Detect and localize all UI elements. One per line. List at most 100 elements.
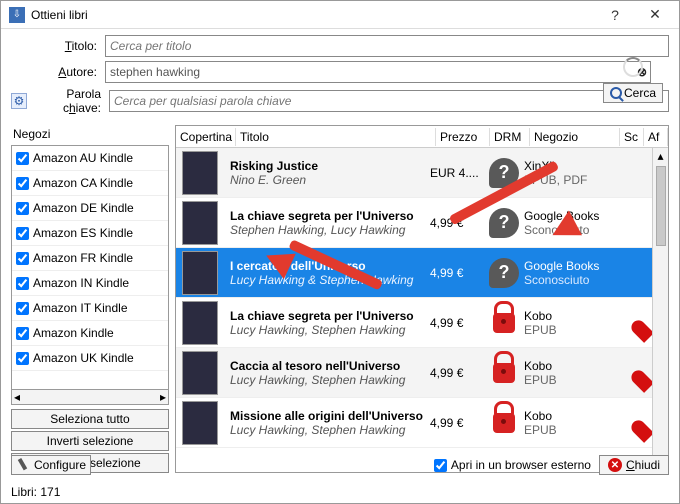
col-download[interactable]: Sc bbox=[620, 128, 644, 146]
store-checkbox[interactable] bbox=[16, 152, 29, 165]
store-item[interactable]: Amazon ES Kindle bbox=[12, 221, 168, 246]
store-label: Amazon UK Kindle bbox=[33, 351, 134, 365]
drm-unknown-icon: ? bbox=[489, 208, 519, 238]
store-cell: XinXiiEPUB, PDF bbox=[524, 159, 614, 187]
title-input[interactable] bbox=[105, 35, 669, 57]
table-vscroll[interactable]: ▴ ▾ bbox=[652, 148, 668, 472]
open-external-input[interactable] bbox=[434, 459, 447, 472]
store-cell: KoboEPUB bbox=[524, 309, 614, 337]
wrench-icon bbox=[13, 455, 32, 474]
title-cell: La chiave segreta per l'UniversoLucy Haw… bbox=[230, 309, 430, 337]
book-cover bbox=[182, 251, 218, 295]
table-row[interactable]: La chiave segreta per l'UniversoStephen … bbox=[176, 198, 668, 248]
store-item[interactable]: Amazon CA Kindle bbox=[12, 171, 168, 196]
gear-icon[interactable]: ⚙ bbox=[11, 93, 27, 109]
search-button[interactable]: Cerca bbox=[603, 83, 663, 103]
store-cell: KoboEPUB bbox=[524, 409, 614, 437]
store-checkbox[interactable] bbox=[16, 327, 29, 340]
col-cover[interactable]: Copertina bbox=[176, 128, 236, 146]
price-cell: 4,99 € bbox=[430, 216, 484, 230]
search-button-label: Cerca bbox=[624, 86, 656, 100]
table-row[interactable]: Missione alle origini dell'UniversoLucy … bbox=[176, 398, 668, 448]
table-row[interactable]: La chiave segreta per l'UniversoLucy Haw… bbox=[176, 298, 668, 348]
price-cell: 4,99 € bbox=[430, 316, 484, 330]
store-label: Amazon AU Kindle bbox=[33, 151, 133, 165]
col-title[interactable]: Titolo bbox=[236, 128, 436, 146]
price-cell: 4,99 € bbox=[430, 366, 484, 380]
title-cell: I cercatori dell'UniversoLucy Hawking & … bbox=[230, 259, 430, 287]
book-cover bbox=[182, 201, 218, 245]
scroll-thumb[interactable] bbox=[656, 166, 666, 246]
store-checkbox[interactable] bbox=[16, 252, 29, 265]
store-item[interactable]: Amazon Kindle bbox=[12, 321, 168, 346]
author-label: Autore: bbox=[11, 65, 101, 79]
book-cover bbox=[182, 351, 218, 395]
title-cell: La chiave segreta per l'UniversoStephen … bbox=[230, 209, 430, 237]
store-label: Amazon DE Kindle bbox=[33, 201, 134, 215]
table-row[interactable]: Caccia al tesoro nell'UniversoLucy Hawki… bbox=[176, 348, 668, 398]
price-cell: 4,99 € bbox=[430, 266, 484, 280]
col-store[interactable]: Negozio bbox=[530, 128, 620, 146]
store-checkbox[interactable] bbox=[16, 352, 29, 365]
store-checkbox[interactable] bbox=[16, 227, 29, 240]
store-item[interactable]: Amazon AU Kindle bbox=[12, 146, 168, 171]
store-label: Amazon IN Kindle bbox=[33, 276, 129, 290]
window-title: Ottieni libri bbox=[31, 8, 595, 22]
title-cell: Risking JusticeNino E. Green bbox=[230, 159, 430, 187]
invert-selection-button[interactable]: Inverti selezione bbox=[11, 431, 169, 451]
open-external-checkbox[interactable]: Apri in un browser esterno bbox=[434, 458, 591, 472]
col-price[interactable]: Prezzo bbox=[436, 128, 490, 146]
col-affiliate[interactable]: Af bbox=[644, 128, 668, 146]
drm-unknown-icon: ? bbox=[489, 158, 519, 188]
close-icon: ✕ bbox=[608, 458, 622, 472]
drm-lock-icon bbox=[493, 413, 515, 433]
col-drm[interactable]: DRM bbox=[490, 128, 530, 146]
store-label: Amazon CA Kindle bbox=[33, 176, 133, 190]
configure-button[interactable]: Configure bbox=[11, 455, 91, 475]
close-label: Chiudi bbox=[626, 458, 660, 472]
close-button[interactable]: ✕ Chiudi Chiudi bbox=[599, 455, 669, 475]
store-checkbox[interactable] bbox=[16, 202, 29, 215]
loading-spinner bbox=[623, 57, 643, 77]
search-icon bbox=[610, 87, 622, 99]
table-row[interactable]: Risking JusticeNino E. GreenEUR 4....?Xi… bbox=[176, 148, 668, 198]
store-item[interactable]: Amazon DE Kindle bbox=[12, 196, 168, 221]
title-label: TTitolo:itolo: bbox=[11, 39, 101, 53]
store-item[interactable]: Amazon IN Kindle bbox=[12, 271, 168, 296]
drm-unknown-icon: ? bbox=[489, 258, 519, 288]
store-checkbox[interactable] bbox=[16, 177, 29, 190]
store-label: Amazon Kindle bbox=[33, 326, 114, 340]
store-checkbox[interactable] bbox=[16, 277, 29, 290]
store-item[interactable]: Amazon IT Kindle bbox=[12, 296, 168, 321]
title-cell: Missione alle origini dell'UniversoLucy … bbox=[230, 409, 430, 437]
drm-lock-icon bbox=[493, 313, 515, 333]
store-list[interactable]: Amazon AU Kindle Amazon CA Kindle Amazon D… bbox=[11, 145, 169, 390]
table-row[interactable]: I cercatori dell'UniversoLucy Hawking & … bbox=[176, 248, 668, 298]
title-cell: Caccia al tesoro nell'UniversoLucy Hawki… bbox=[230, 359, 430, 387]
store-item[interactable]: Amazon UK Kindle bbox=[12, 346, 168, 371]
results-table: Copertina Titolo Prezzo DRM Negozio Sc A… bbox=[175, 125, 669, 473]
store-cell: KoboEPUB bbox=[524, 359, 614, 387]
author-input[interactable] bbox=[105, 61, 651, 83]
store-label: Amazon IT Kindle bbox=[33, 301, 128, 315]
store-hscroll[interactable]: ◂▸ bbox=[11, 390, 169, 405]
store-item[interactable]: Amazon FR Kindle bbox=[12, 246, 168, 271]
keyword-input[interactable] bbox=[109, 90, 669, 112]
store-label: Amazon ES Kindle bbox=[33, 226, 133, 240]
help-button[interactable]: ? bbox=[595, 2, 635, 28]
stores-heading: Negozi bbox=[11, 125, 169, 145]
scroll-up-icon[interactable]: ▴ bbox=[653, 148, 668, 164]
keyword-label: Parola chiave: bbox=[33, 87, 105, 115]
store-cell: Google BooksSconosciuto bbox=[524, 259, 614, 287]
open-external-label: Apri in un browser esterno bbox=[451, 458, 591, 472]
close-window-button[interactable]: ✕ bbox=[635, 2, 675, 28]
status-count: Libri: 171 bbox=[11, 485, 60, 499]
store-cell: Google BooksSconosciuto bbox=[524, 209, 614, 237]
price-cell: EUR 4.... bbox=[430, 166, 484, 180]
store-checkbox[interactable] bbox=[16, 302, 29, 315]
select-all-button[interactable]: Seleziona tutto bbox=[11, 409, 169, 429]
store-label: Amazon FR Kindle bbox=[33, 251, 133, 265]
book-cover bbox=[182, 301, 218, 345]
book-cover bbox=[182, 151, 218, 195]
book-cover bbox=[182, 401, 218, 445]
